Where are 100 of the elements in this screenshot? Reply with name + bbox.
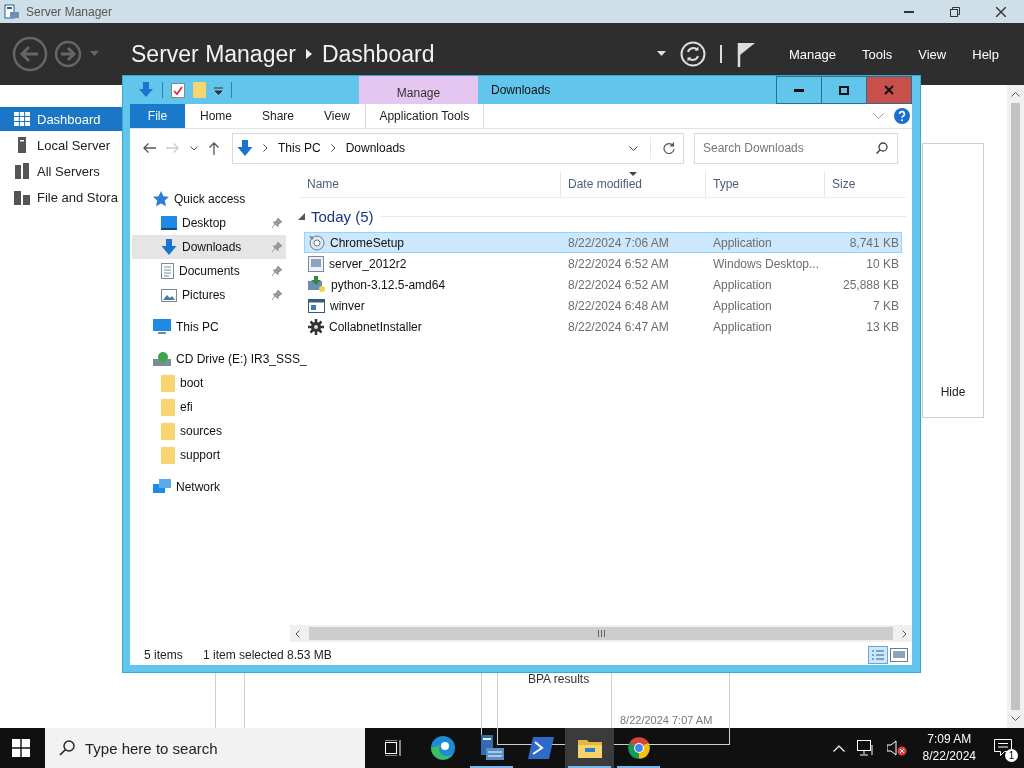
column-header[interactable]: Type [706,171,825,197]
nav-item[interactable]: Network [132,475,286,499]
scrollbar-thumb[interactable] [309,627,893,640]
menu-item[interactable]: View [905,46,960,62]
recent-locations-icon[interactable] [190,145,198,151]
nav-item[interactable]: Local Server [0,133,125,157]
file-row[interactable]: python-3.12.5-amd64 8/22/2024 6:52 AM Application 25,888 KB [304,274,902,295]
scroll-down-icon[interactable] [1011,716,1020,722]
ribbon-tab[interactable]: Application Tools [364,104,484,128]
column-header[interactable]: Date modified [561,171,706,197]
start-icon[interactable] [12,739,30,757]
close-button[interactable] [866,76,912,104]
group-header[interactable]: Today (5) [311,207,374,225]
taskbar-button[interactable] [565,728,614,768]
chevron-icon [263,144,268,152]
file-row[interactable]: winver 8/22/2024 6:48 AM Application 7 KB [304,295,902,316]
file-row[interactable]: server_2012r2 8/22/2024 6:52 AM Windows Desktop... 10 KB [304,253,902,274]
column-header[interactable]: Size [825,171,906,197]
installer-icon [308,276,326,293]
file-type: Application [712,277,773,292]
nav-item[interactable]: sources [132,419,286,443]
scrollbar[interactable] [1007,85,1024,728]
path-segment[interactable]: This PC [278,141,321,155]
up-arrow-icon[interactable] [208,141,220,155]
scrollbar-thumb[interactable] [1011,103,1020,710]
breadcrumb-arrow-icon [305,49,312,59]
menu-item[interactable]: Tools [848,46,906,62]
path-segment[interactable]: Downloads [345,141,406,155]
scrollbar[interactable] [290,625,912,642]
file-name: winver [330,298,365,313]
scroll-right-icon[interactable] [902,629,907,638]
forward-icon[interactable] [54,40,82,68]
ribbon-tab[interactable]: Share [247,104,310,128]
folder-icon [161,398,175,416]
pin-icon[interactable] [272,266,282,276]
column-label: Date modified [568,177,643,191]
nav-item[interactable]: Quick access [132,187,286,211]
chevron-icon [330,144,336,152]
task-view-icon [384,740,403,756]
caret-icon[interactable] [656,51,666,57]
caret-icon[interactable] [214,85,223,95]
nav-item[interactable]: This PC [132,315,286,339]
back-arrow-icon[interactable] [142,142,156,154]
show-hidden-icons[interactable] [832,744,845,752]
nav-item[interactable]: Downloads [132,235,286,259]
muted-speaker-icon[interactable] [886,740,907,756]
menu-item[interactable]: Manage [775,46,849,62]
clock-date[interactable]: 8/22/2024 [922,748,976,765]
preview-view-icon[interactable] [890,647,908,662]
ribbon-tab[interactable]: View [309,104,365,128]
hide-link[interactable]: Hide [940,385,966,399]
pin-icon[interactable] [272,290,282,300]
nav-item[interactable]: efi [132,395,286,419]
properties-icon[interactable] [171,82,185,98]
notification-icon[interactable] [994,739,1012,757]
expand-ribbon-icon[interactable] [873,112,884,120]
server-manager-icon [479,735,504,761]
nav-item[interactable]: Dashboard [0,107,125,131]
flag-icon[interactable] [735,41,756,67]
details-view-icon[interactable] [868,645,888,664]
file-name: server_2012r2 [329,256,407,271]
back-icon[interactable] [12,36,48,72]
refresh-icon[interactable] [663,142,675,154]
file-row[interactable]: ChromeSetup 8/22/2024 7:06 AM Application 8,741 KB [304,232,902,253]
chrome-icon [625,735,652,761]
column-label: Type [713,177,739,191]
group-toggle-icon[interactable] [298,212,305,220]
desktop-icon [161,216,177,230]
help-icon[interactable] [894,108,910,124]
nav-item[interactable]: Pictures [132,283,286,307]
pin-icon[interactable] [272,218,282,228]
nav-item[interactable]: Desktop [132,211,286,235]
file-name: python-3.12.5-amd64 [331,277,446,292]
search-field[interactable]: Type here to search [45,728,365,768]
remote-desktop-icon [308,255,324,272]
column-header[interactable]: Name [300,171,561,197]
file-row[interactable]: CollabnetInstaller 8/22/2024 6:47 AM Application 13 KB [304,316,902,337]
tile-title: BPA results [528,672,591,686]
network-icon[interactable] [856,740,875,756]
nav-item[interactable]: boot [132,371,286,395]
nav-item[interactable]: CD Drive (E:) IR3_SSS_ [132,347,307,371]
minimize-icon [904,10,914,13]
picture-icon [161,288,177,302]
download-icon [161,239,177,255]
nav-item[interactable]: Documents [132,259,286,283]
menu-item[interactable]: Help [959,46,1012,62]
search-field[interactable]: Search Downloads [694,132,898,164]
network-icon [153,479,171,495]
nav-item[interactable]: All Servers [0,159,125,183]
file-type: Application [712,319,773,334]
address-bar[interactable]: This PC Downloads [232,132,684,164]
clock-time[interactable]: 7:09 AM [927,731,972,748]
nav-item[interactable]: File and Stora [0,185,125,209]
nav-item[interactable]: support [132,443,286,467]
scroll-left-icon[interactable] [295,629,300,638]
dropdown-icon[interactable] [629,145,638,151]
gear-icon [308,318,324,335]
ribbon-tab[interactable]: Home [185,104,247,128]
ribbon-tab[interactable]: File [130,104,185,128]
scroll-up-icon[interactable] [1011,91,1020,97]
